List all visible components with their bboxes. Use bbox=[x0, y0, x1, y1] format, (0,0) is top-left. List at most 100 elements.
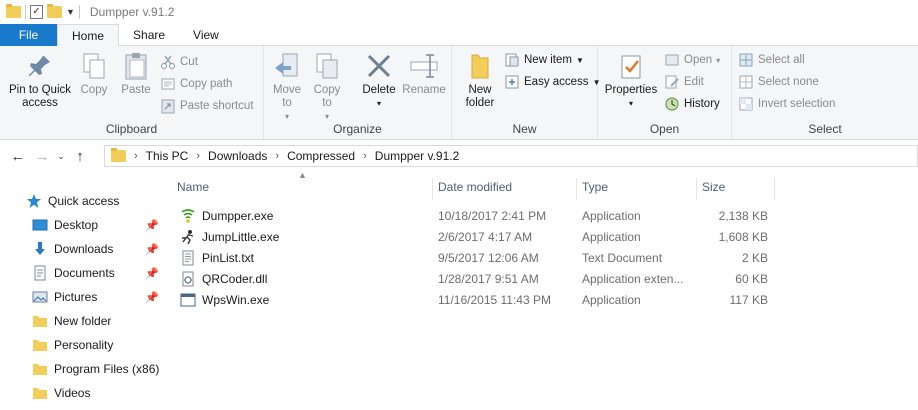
edit-button[interactable]: Edit bbox=[664, 72, 704, 92]
sidebar-item-videos[interactable]: Videos bbox=[32, 383, 90, 403]
file-date: 10/18/2017 2:41 PM bbox=[438, 209, 547, 223]
pin-icon[interactable]: 📌 bbox=[145, 291, 159, 304]
new-group-label: New bbox=[512, 122, 537, 136]
new-item-label: New item bbox=[524, 54, 572, 66]
pin-icon[interactable]: 📌 bbox=[145, 267, 159, 280]
file-name-cell: PinList.txt bbox=[180, 250, 254, 266]
breadcrumb-item-this-pc[interactable]: This PC bbox=[146, 149, 189, 163]
open-label: Open bbox=[684, 54, 713, 66]
up-arrow-icon[interactable]: ↑ bbox=[68, 148, 92, 165]
sidebar-item-quick-access[interactable]: Quick access bbox=[26, 191, 119, 211]
easy-access-button[interactable]: Easy access ▼ bbox=[504, 72, 600, 92]
rename-button[interactable]: Rename bbox=[402, 50, 446, 97]
sidebar-item-new-folder[interactable]: New folder bbox=[32, 311, 111, 331]
column-divider[interactable] bbox=[432, 178, 433, 200]
sidebar-item-label: Downloads bbox=[54, 242, 114, 256]
delete-button[interactable]: Delete ▾ bbox=[358, 50, 400, 110]
new-item-dropdown-icon: ▼ bbox=[575, 55, 584, 65]
folder-icon[interactable] bbox=[6, 4, 21, 18]
tab-share[interactable]: Share bbox=[119, 24, 179, 46]
file-type: Application exten... bbox=[582, 272, 684, 286]
select-none-button[interactable]: Select none bbox=[738, 72, 819, 92]
copy-label: Copy bbox=[80, 84, 108, 96]
invert-selection-button[interactable]: Invert selection bbox=[738, 94, 835, 114]
sidebar-item-label: Desktop bbox=[54, 218, 99, 232]
tab-file[interactable]: File bbox=[0, 24, 57, 46]
table-row[interactable]: PinList.txt 9/5/2017 12:06 AM Text Docum… bbox=[172, 247, 772, 268]
folder-icon bbox=[32, 313, 48, 329]
customize-toolbar-dropdown-icon[interactable]: ▼ bbox=[66, 7, 75, 17]
move-to-button[interactable]: Move to ▾ bbox=[270, 50, 304, 123]
sidebar-item-desktop[interactable]: Desktop bbox=[32, 215, 98, 235]
open-group-label: Open bbox=[649, 122, 680, 136]
file-type: Application bbox=[582, 209, 641, 223]
pin-icon[interactable]: 📌 bbox=[145, 243, 159, 256]
column-divider[interactable] bbox=[576, 178, 577, 200]
file-name: PinList.txt bbox=[202, 251, 255, 265]
open-group: Properties ▾ Open ▾ Edit History Open bbox=[598, 46, 732, 140]
column-header-date-modified[interactable]: Date modified bbox=[438, 180, 512, 194]
table-row[interactable]: Dumpper.exe 10/18/2017 2:41 PM Applicati… bbox=[172, 205, 772, 226]
ribbon: Pin to Quick access Copy Paste Cut Copy … bbox=[0, 46, 918, 140]
select-none-icon bbox=[738, 74, 754, 90]
column-header-size[interactable]: Size bbox=[702, 180, 725, 194]
tab-view[interactable]: View bbox=[179, 24, 233, 46]
forward-arrow-icon[interactable]: → bbox=[30, 148, 54, 165]
pin-icon[interactable]: 📌 bbox=[145, 219, 159, 232]
app-window-icon bbox=[180, 292, 196, 308]
breadcrumb-item-downloads[interactable]: Downloads bbox=[208, 149, 267, 163]
new-item-button[interactable]: New item ▼ bbox=[504, 50, 584, 70]
history-button[interactable]: History bbox=[664, 94, 720, 114]
column-header-name[interactable]: Name bbox=[177, 180, 209, 194]
column-divider[interactable] bbox=[774, 178, 775, 200]
file-type: Text Document bbox=[582, 251, 663, 265]
properties-check-icon[interactable]: ✓ bbox=[30, 5, 43, 19]
pin-to-quick-access-label: Pin to Quick access bbox=[9, 84, 71, 109]
organize-group: Move to ▾ Copy to ▾ Delete ▾ Rename Orga… bbox=[264, 46, 452, 140]
pin-to-quick-access-button[interactable]: Pin to Quick access bbox=[4, 50, 76, 110]
open-icon bbox=[664, 52, 680, 68]
sidebar-item-pictures[interactable]: Pictures bbox=[32, 287, 97, 307]
copy-to-button[interactable]: Copy to ▾ bbox=[310, 50, 344, 123]
edit-icon bbox=[664, 74, 680, 90]
history-icon bbox=[664, 96, 680, 112]
copy-path-icon bbox=[160, 76, 176, 92]
breadcrumb-item-compressed[interactable]: Compressed bbox=[287, 149, 355, 163]
paste-label: Paste bbox=[121, 84, 151, 96]
copy-path-button[interactable]: Copy path bbox=[160, 74, 232, 94]
sidebar-item-downloads[interactable]: Downloads bbox=[32, 239, 113, 259]
new-folder-icon[interactable] bbox=[47, 4, 62, 18]
select-all-button[interactable]: Select all bbox=[738, 50, 805, 70]
properties-button[interactable]: Properties ▾ bbox=[602, 50, 660, 110]
tab-home[interactable]: Home bbox=[57, 24, 120, 47]
column-header-type[interactable]: Type bbox=[582, 180, 608, 194]
copy-button[interactable]: Copy bbox=[76, 50, 112, 97]
sidebar-item-program-files-x86[interactable]: Program Files (x86) bbox=[32, 359, 159, 379]
documents-icon bbox=[32, 265, 48, 281]
table-row[interactable]: JumpLittle.exe 2/6/2017 4:17 AM Applicat… bbox=[172, 226, 772, 247]
paste-shortcut-button[interactable]: Paste shortcut bbox=[160, 96, 254, 116]
properties-dropdown-icon: ▾ bbox=[628, 99, 633, 108]
copy-to-icon bbox=[311, 50, 343, 82]
cut-label: Cut bbox=[180, 56, 198, 68]
new-group: New folder New item ▼ Easy access ▼ New bbox=[452, 46, 600, 140]
file-size: 2,138 KB bbox=[718, 209, 768, 223]
paste-button[interactable]: Paste bbox=[116, 50, 156, 97]
recent-locations-chevron-icon[interactable]: ⌄ bbox=[54, 151, 68, 162]
breadcrumb-item-dumpper[interactable]: Dumpper v.91.2 bbox=[375, 149, 460, 163]
download-icon bbox=[32, 241, 48, 257]
table-row[interactable]: QRCoder.dll 1/28/2017 9:51 AM Applicatio… bbox=[172, 268, 772, 289]
pictures-icon bbox=[32, 289, 48, 305]
table-row[interactable]: WpsWin.exe 11/16/2015 11:43 PM Applicati… bbox=[172, 289, 772, 310]
address-bar-row: ← → ⌄ ↑ › This PC › Downloads › Compress… bbox=[0, 140, 918, 172]
back-arrow-icon[interactable]: ← bbox=[6, 148, 30, 165]
sidebar-item-documents[interactable]: Documents bbox=[32, 263, 115, 283]
cut-button[interactable]: Cut bbox=[160, 52, 198, 72]
new-folder-button[interactable]: New folder bbox=[460, 50, 500, 110]
breadcrumb[interactable]: › This PC › Downloads › Compressed › Dum… bbox=[104, 145, 918, 167]
sidebar-item-personality[interactable]: Personality bbox=[32, 335, 113, 355]
move-to-dropdown-icon: ▾ bbox=[284, 112, 289, 121]
column-divider[interactable] bbox=[696, 178, 697, 200]
file-name-cell: WpsWin.exe bbox=[180, 292, 269, 308]
open-button[interactable]: Open ▾ bbox=[664, 50, 720, 70]
